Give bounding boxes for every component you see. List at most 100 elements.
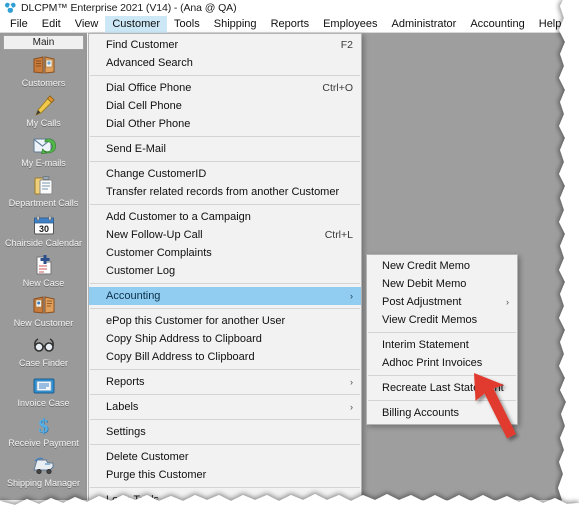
chevron-right-icon: › bbox=[350, 401, 353, 412]
chevron-right-icon: › bbox=[506, 296, 509, 307]
menu-item-find-customer[interactable]: Find Customer F2 bbox=[89, 36, 361, 54]
sidebar-item-customers[interactable]: Customers bbox=[0, 53, 87, 93]
menu-item-labels[interactable]: Labels › bbox=[89, 398, 361, 416]
submenu-item-billing-accounts[interactable]: Billing Accounts bbox=[367, 404, 517, 422]
sidebar-item-my-e-mails[interactable]: My E-mails bbox=[0, 133, 87, 173]
submenu-item-new-debit-memo[interactable]: New Debit Memo bbox=[367, 275, 517, 293]
sidebar: Main Customers My Calls My E-mails Departme… bbox=[0, 33, 88, 500]
sidebar-item-my-calls[interactable]: My Calls bbox=[0, 93, 87, 133]
menubar-item-view[interactable]: View bbox=[68, 16, 106, 33]
sidebar-item-shipping-manager[interactable]: Shipping Manager bbox=[0, 453, 87, 493]
menu-item-label: Interim Statement bbox=[382, 339, 469, 351]
menu-separator bbox=[90, 369, 360, 370]
menu-item-dial-cell-phone[interactable]: Dial Cell Phone bbox=[89, 97, 361, 115]
menu-item-label: Dial Other Phone bbox=[106, 118, 191, 130]
menu-separator bbox=[90, 161, 360, 162]
menu-item-advanced-search[interactable]: Advanced Search bbox=[89, 54, 361, 72]
menu-item-label: Billing Accounts bbox=[382, 407, 460, 419]
sidebar-header: Main bbox=[3, 35, 84, 50]
svg-text:30: 30 bbox=[38, 224, 48, 234]
submenu-item-post-adjustment[interactable]: Post Adjustment › bbox=[367, 293, 517, 311]
menu-item-loan-tools[interactable]: Loan Tools bbox=[89, 491, 361, 500]
calendar-30-icon: 30 bbox=[32, 214, 56, 237]
menu-item-customer-log[interactable]: Customer Log bbox=[89, 262, 361, 280]
menu-item-label: Adhoc Print Invoices bbox=[382, 357, 483, 369]
menu-bar[interactable]: File Edit View Customer Tools Shipping Reports… bbox=[0, 15, 566, 33]
menu-item-transfer-related-records-from-another-customer[interactable]: Transfer related records from another Cu… bbox=[89, 183, 361, 201]
menubar-item-help[interactable]: Help bbox=[532, 16, 566, 33]
sidebar-item-department-calls[interactable]: Department Calls bbox=[0, 173, 87, 213]
menu-item-label: New Credit Memo bbox=[382, 260, 471, 272]
menubar-item-reports[interactable]: Reports bbox=[264, 16, 317, 33]
menu-item-new-follow-up-call[interactable]: New Follow-Up Call Ctrl+L bbox=[89, 226, 361, 244]
menubar-item-administrator[interactable]: Administrator bbox=[385, 16, 464, 33]
menu-item-add-customer-to-a-campaign[interactable]: Add Customer to a Campaign bbox=[89, 208, 361, 226]
submenu-item-recreate-last-statement[interactable]: Recreate Last Statement bbox=[367, 379, 517, 397]
sidebar-item-chairside-calendar[interactable]: 30 Chairside Calendar bbox=[0, 213, 87, 253]
sidebar-item-receive-payment[interactable]: $ $ Receive Payment bbox=[0, 413, 87, 453]
menu-item-settings[interactable]: Settings bbox=[89, 423, 361, 441]
menu-item-customer-complaints[interactable]: Customer Complaints bbox=[89, 244, 361, 262]
sidebar-item-case-finder[interactable]: Case Finder bbox=[0, 333, 87, 373]
menu-item-label: New Follow-Up Call bbox=[106, 229, 203, 241]
menu-item-accounting[interactable]: Accounting › bbox=[89, 287, 361, 305]
menu-item-label: New Debit Memo bbox=[382, 278, 467, 290]
submenu-item-view-credit-memos[interactable]: View Credit Memos bbox=[367, 311, 517, 329]
menubar-item-accounting[interactable]: Accounting bbox=[463, 16, 531, 33]
address-book-icon bbox=[32, 54, 56, 77]
new-address-book-icon bbox=[32, 294, 56, 317]
submenu-item-adhoc-print-invoices[interactable]: Adhoc Print Invoices bbox=[367, 354, 517, 372]
menu-item-label: Post Adjustment bbox=[382, 296, 462, 308]
menubar-item-file[interactable]: File bbox=[3, 16, 35, 33]
application-window: DLCPM™ Enterprise 2021 (V14) - (Ana @ QA… bbox=[0, 0, 566, 500]
menu-item-delete-customer[interactable]: Delete Customer bbox=[89, 448, 361, 466]
menu-separator bbox=[90, 204, 360, 205]
sidebar-item-label: Customers bbox=[21, 78, 66, 88]
menu-item-send-e-mail[interactable]: Send E-Mail bbox=[89, 140, 361, 158]
menu-item-label: Find Customer bbox=[106, 39, 179, 51]
menubar-item-customer[interactable]: Customer bbox=[105, 15, 168, 33]
menubar-item-tools[interactable]: Tools bbox=[167, 16, 207, 33]
menu-separator bbox=[90, 394, 360, 395]
menu-item-reports[interactable]: Reports › bbox=[89, 373, 361, 391]
menu-item-copy-bill-address-to-clipboard[interactable]: Copy Bill Address to Clipboard bbox=[89, 348, 361, 366]
menubar-item-shipping[interactable]: Shipping bbox=[207, 16, 264, 33]
clipboard-icon bbox=[32, 174, 56, 197]
sidebar-item-label: Department Calls bbox=[8, 198, 79, 208]
sidebar-item-new-customer[interactable]: New Customer bbox=[0, 293, 87, 333]
menu-separator bbox=[368, 400, 516, 401]
menu-item-label: Copy Bill Address to Clipboard bbox=[106, 351, 255, 363]
menu-separator bbox=[90, 444, 360, 445]
menu-item-epop-this-customer-for-another-user[interactable]: ePop this Customer for another User bbox=[89, 312, 361, 330]
menu-item-label: Advanced Search bbox=[106, 57, 193, 69]
menu-item-label: Purge this Customer bbox=[106, 469, 207, 481]
menu-item-label: Recreate Last Statement bbox=[382, 382, 504, 394]
menu-item-dial-other-phone[interactable]: Dial Other Phone bbox=[89, 115, 361, 133]
menu-item-label: Customer Log bbox=[106, 265, 176, 277]
customer-dropdown-menu[interactable]: Find Customer F2 Advanced Search Dial Offic… bbox=[88, 33, 362, 500]
menubar-item-edit[interactable]: Edit bbox=[35, 16, 68, 33]
menu-item-change-customerid[interactable]: Change CustomerID bbox=[89, 165, 361, 183]
menubar-item-employees[interactable]: Employees bbox=[316, 16, 384, 33]
menu-item-label: Accounting bbox=[106, 290, 161, 302]
accounting-submenu[interactable]: New Credit Memo New Debit Memo Post Adjust… bbox=[366, 254, 518, 425]
menu-separator bbox=[90, 419, 360, 420]
screenshot-root: DLCPM™ Enterprise 2021 (V14) - (Ana @ QA… bbox=[0, 0, 579, 517]
menu-item-purge-this-customer[interactable]: Purge this Customer bbox=[89, 466, 361, 484]
menu-separator bbox=[90, 283, 360, 284]
menu-item-copy-ship-address-to-clipboard[interactable]: Copy Ship Address to Clipboard bbox=[89, 330, 361, 348]
menu-separator bbox=[90, 75, 360, 76]
invoice-icon bbox=[32, 374, 56, 397]
menu-separator bbox=[368, 332, 516, 333]
menu-item-shortcut: Ctrl+O bbox=[322, 82, 353, 94]
sidebar-item-invoice-case[interactable]: Invoice Case bbox=[0, 373, 87, 413]
menu-item-dial-office-phone[interactable]: Dial Office Phone Ctrl+O bbox=[89, 79, 361, 97]
menu-item-label: Change CustomerID bbox=[106, 168, 207, 180]
sidebar-item-new-case[interactable]: New Case bbox=[0, 253, 87, 293]
menu-separator bbox=[90, 308, 360, 309]
menu-separator bbox=[368, 375, 516, 376]
submenu-item-new-credit-memo[interactable]: New Credit Memo bbox=[367, 257, 517, 275]
submenu-item-interim-statement[interactable]: Interim Statement bbox=[367, 336, 517, 354]
menu-separator bbox=[90, 487, 360, 488]
menu-item-label: Dial Office Phone bbox=[106, 82, 192, 94]
